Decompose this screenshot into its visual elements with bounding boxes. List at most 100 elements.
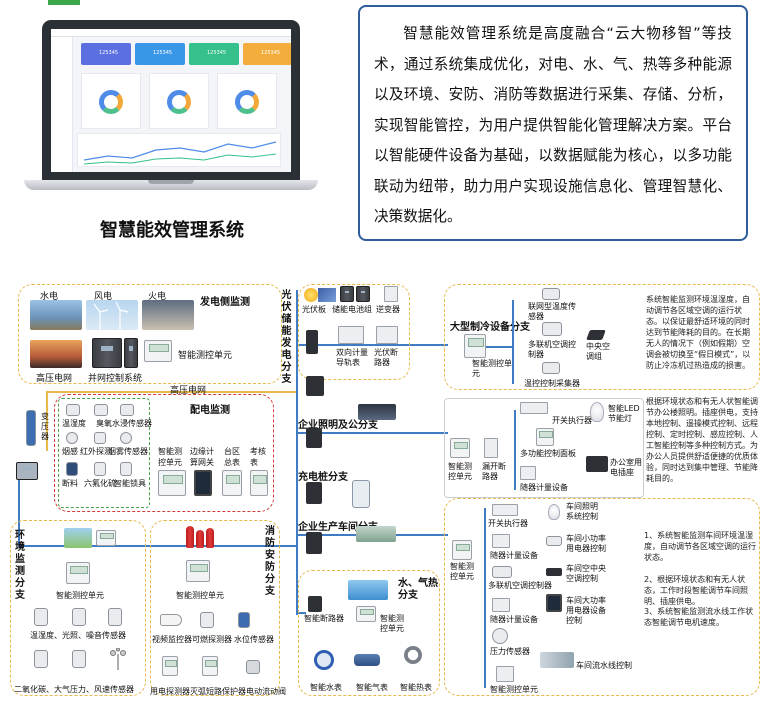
main-bus-line bbox=[296, 360, 298, 615]
workshop-photo bbox=[356, 526, 396, 542]
assembly-line-label: 车间流水线控制 bbox=[576, 661, 632, 670]
charging-title: 充电桩分支 bbox=[298, 472, 348, 483]
office-socket-label: 办公室用电插座 bbox=[610, 458, 642, 477]
hvac-bus bbox=[512, 300, 514, 384]
dashboard-sidebar bbox=[51, 37, 73, 172]
ws-light-icon bbox=[548, 504, 560, 520]
hv-grid-photo bbox=[30, 340, 82, 368]
gen-controller-device bbox=[144, 340, 172, 362]
pressure-icon bbox=[72, 650, 86, 668]
sensor-label-4: 烟感 bbox=[62, 447, 78, 456]
stat-card-4: 125345 bbox=[243, 43, 291, 65]
workshop-bus bbox=[484, 508, 486, 688]
hvac-controller-device bbox=[464, 334, 486, 358]
hydro-photo bbox=[30, 300, 82, 330]
edge-gateway-device bbox=[194, 470, 212, 496]
dashboard-preview: 125345 125345 125345 125345 bbox=[51, 29, 291, 172]
ws-small-power-icon bbox=[546, 536, 562, 546]
co2-sensor-icon bbox=[34, 650, 48, 668]
ring-panel-2 bbox=[149, 73, 209, 129]
ws-meter-device-1 bbox=[492, 534, 510, 548]
metering-label-1: 随器计量设备 bbox=[520, 483, 568, 492]
infrared-icon bbox=[94, 432, 106, 444]
metering-device-1 bbox=[520, 466, 536, 480]
switch-actuator-device bbox=[520, 402, 548, 414]
heat-meter-label: 智能热表 bbox=[400, 683, 432, 692]
pv-inverter-label: 逆变器 bbox=[376, 305, 400, 314]
gas-detector-icon bbox=[200, 612, 214, 628]
pressure-sensor-icon bbox=[492, 628, 508, 644]
env-title: 环境监测分支 bbox=[15, 530, 25, 601]
transformer-label: 变压器 bbox=[41, 412, 49, 441]
env-sensor-label-1: 温湿度、光照、噪音传感器 bbox=[30, 631, 126, 640]
temp-collector-icon bbox=[542, 362, 560, 374]
pv-panel-label: 光伏板 bbox=[302, 305, 326, 314]
system-description: 智慧能效管理系统是高度融合“云大物移智”等技术，通过系统集成优化，对电、水、气、… bbox=[358, 5, 748, 241]
sf6-sensor-icon bbox=[94, 462, 106, 476]
smart-lock-icon bbox=[120, 462, 132, 476]
fire-title: 消防安防分支 bbox=[265, 526, 275, 597]
ws-controller-label-2: 智能测控单元 bbox=[490, 685, 538, 694]
battery-cabinet-2 bbox=[356, 286, 370, 302]
breaker-icon bbox=[66, 462, 78, 476]
fire-controller-label: 智能测控单元 bbox=[176, 591, 224, 600]
utility-breaker-device bbox=[308, 596, 322, 612]
pv-panel-icon bbox=[318, 288, 336, 302]
workshop-controller-device bbox=[452, 540, 472, 560]
env-photo bbox=[64, 528, 92, 548]
workshop-note-1: 1、系统智能监测车间环境温湿度，自动调节各区域空调的运行状态。 bbox=[644, 531, 756, 562]
lighting-note: 根据环境状态和有无人状智能调节办公楼照明。插座供电，支持本地控制、遥操模式控制、… bbox=[646, 397, 758, 483]
corner-accent bbox=[48, 0, 80, 5]
sensor-label-6: 烟雾传感器 bbox=[108, 447, 148, 456]
grid-tie-label: 并网控制系统 bbox=[88, 374, 143, 384]
cabinet-dark-4 bbox=[306, 532, 322, 554]
battery-cabinet-1 bbox=[340, 286, 354, 302]
lighting-controller-device bbox=[450, 438, 470, 458]
dashboard-header bbox=[51, 29, 291, 37]
ws-switch-device bbox=[492, 504, 518, 516]
fire-item-label-5: 灭弧短路保护器 bbox=[190, 687, 246, 696]
env-sensor-1-icon bbox=[34, 608, 48, 626]
water-photo bbox=[348, 580, 388, 600]
wind-photo bbox=[86, 300, 138, 330]
fire-item-label-6: 电动流动阀 bbox=[246, 687, 286, 696]
edge-gateway-label: 边缘计算网关 bbox=[190, 447, 214, 467]
sensor-label-1: 温湿度 bbox=[62, 419, 86, 428]
sensor-label-3: 水浸传感器 bbox=[112, 419, 152, 428]
lighting-bus bbox=[514, 410, 516, 490]
led-bulb-label: 智能LED节能灯 bbox=[608, 404, 640, 423]
anemometer-icon bbox=[110, 647, 126, 670]
ws-meter-label-2: 随器计量设备 bbox=[490, 615, 538, 624]
workshop-note-2: 2、根据环境状态和有无人状态，工作时段智能调节车间照明、插座供电。 bbox=[644, 575, 748, 606]
sensor-label-8: 六氟化硫 bbox=[84, 479, 116, 488]
smoke-detector-icon bbox=[120, 432, 132, 444]
ws-light-label: 车间照明系统控制 bbox=[566, 502, 598, 521]
stat-card-2: 125345 bbox=[135, 43, 185, 65]
ws-switch-label: 开关执行器 bbox=[488, 519, 528, 528]
switch-actuator-label: 开关执行器 bbox=[552, 416, 592, 425]
water-meter-icon bbox=[314, 650, 334, 670]
hvac-title: 大型制冷设备分支 bbox=[450, 322, 530, 333]
check-meter-label: 考核表 bbox=[250, 447, 266, 467]
workshop-note-3: 3、系统智能监测流水线工作状态智能调节电机速度。 bbox=[644, 607, 754, 627]
office-socket-icon bbox=[586, 456, 608, 472]
utility-title: 水、气热分支 bbox=[398, 578, 438, 601]
ws-meter-label-1: 随器计量设备 bbox=[490, 551, 538, 560]
extinguisher-icon-3 bbox=[206, 528, 214, 548]
temp-humidity-icon bbox=[66, 404, 80, 416]
generation-title: 发电侧监测 bbox=[200, 297, 250, 308]
charging-pile-icon bbox=[352, 480, 370, 508]
switchgear-device bbox=[16, 462, 38, 480]
ws-central-ac-icon bbox=[546, 568, 562, 576]
cabinet-dark-1 bbox=[306, 376, 324, 396]
distribution-title: 配电监测 bbox=[190, 405, 230, 416]
water-sensor-icon bbox=[120, 404, 134, 416]
dist-controller-label: 智能测控单元 bbox=[158, 447, 182, 467]
donut-chart-icon bbox=[235, 90, 259, 114]
utility-controller-label: 智能测控单元 bbox=[380, 614, 404, 633]
extinguisher-icon-2 bbox=[196, 530, 204, 548]
hvac-controller-label: 智能测控单元 bbox=[472, 359, 512, 378]
ring-panel-1 bbox=[81, 73, 141, 129]
env-sensor-2-icon bbox=[72, 608, 86, 626]
inverter-device bbox=[384, 286, 398, 302]
